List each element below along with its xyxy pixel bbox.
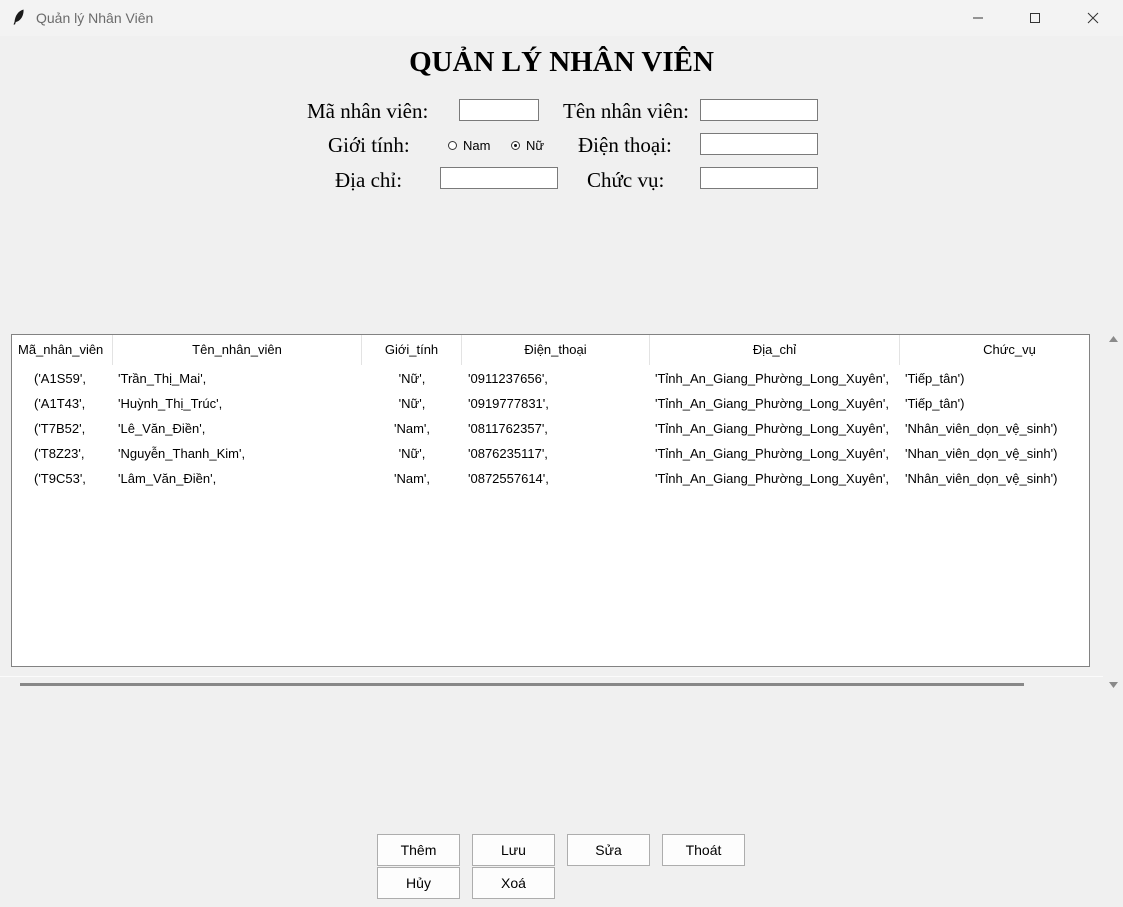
dia-chi-input[interactable] xyxy=(440,167,558,189)
arrow-down-icon[interactable] xyxy=(1108,681,1119,689)
cell-ma: ('T8Z23', xyxy=(34,446,85,461)
cell-gioi-tinh: 'Nữ', xyxy=(398,371,426,386)
cell-dia-chi: 'Tỉnh_An_Giang_Phường_Long_Xuyên', xyxy=(655,471,889,486)
page-heading: QUẢN LÝ NHÂN VIÊN xyxy=(409,46,714,78)
cell-ma: ('T7B52', xyxy=(34,421,86,436)
cell-gioi-tinh: 'Nữ', xyxy=(398,446,426,461)
edit-button[interactable]: Sửa xyxy=(567,834,650,866)
window-title: Quản lý Nhân Viên xyxy=(36,10,154,26)
table-header: Mã_nhân_viên Tên_nhân_viên Giới_tính Điệ… xyxy=(12,335,1089,365)
horizontal-scrollbar-area xyxy=(0,676,1103,677)
radio-nam-label: Nam xyxy=(463,137,491,153)
dien-thoai-input[interactable] xyxy=(700,133,818,155)
radio-nam[interactable]: Nam xyxy=(448,135,490,155)
delete-button[interactable]: Xoá xyxy=(472,867,555,899)
cell-ten: 'Lâm_Văn_Điền', xyxy=(118,471,217,486)
ten-nhan-vien-label: Tên nhân viên: xyxy=(563,99,689,123)
arrow-up-icon[interactable] xyxy=(1108,335,1119,343)
chuc-vu-input[interactable] xyxy=(700,167,818,189)
column-header-dien-thoai[interactable]: Điện_thoại xyxy=(462,335,650,365)
cell-ten: 'Huỳnh_Thị_Trúc', xyxy=(118,396,223,411)
cell-dien-thoai: '0876235117', xyxy=(468,446,548,461)
cell-dia-chi: 'Tỉnh_An_Giang_Phường_Long_Xuyên', xyxy=(655,396,889,411)
cell-gioi-tinh: 'Nữ', xyxy=(398,396,426,411)
cell-ten: 'Lê_Văn_Điền', xyxy=(118,421,206,436)
cell-dien-thoai: '0911237656', xyxy=(468,371,548,386)
exit-button[interactable]: Thoát xyxy=(662,834,745,866)
radio-nu[interactable]: Nữ xyxy=(511,135,544,155)
cell-gioi-tinh: 'Nam', xyxy=(393,421,431,436)
ma-nhan-vien-label: Mã nhân viên: xyxy=(307,99,429,123)
radio-nam-indicator xyxy=(448,140,457,150)
add-button[interactable]: Thêm xyxy=(377,834,460,866)
maximize-button[interactable] xyxy=(1006,0,1064,36)
radio-nu-indicator xyxy=(511,140,520,150)
ma-nhan-vien-input[interactable] xyxy=(459,99,539,121)
cell-ma: ('T9C53', xyxy=(34,471,86,486)
column-header-ten[interactable]: Tên_nhân_viên xyxy=(113,335,362,365)
cell-ten: 'Nguyễn_Thanh_Kim', xyxy=(118,446,246,461)
cell-ma: ('A1S59', xyxy=(34,371,86,386)
minimize-button[interactable] xyxy=(949,0,1007,36)
cell-dien-thoai: '0919777831', xyxy=(468,396,549,411)
save-button[interactable]: Lưu xyxy=(472,834,555,866)
close-icon xyxy=(1087,12,1099,24)
cell-ma: ('A1T43', xyxy=(34,396,86,411)
dia-chi-label: Địa chỉ: xyxy=(335,168,403,192)
table-row[interactable]: ('T8Z23', 'Nguyễn_Thanh_Kim', 'Nữ', '087… xyxy=(12,441,1089,466)
cancel-button[interactable]: Hủy xyxy=(377,867,460,899)
chuc-vu-label: Chức vụ: xyxy=(587,168,665,192)
column-header-gioi-tinh[interactable]: Giới_tính xyxy=(362,335,462,365)
cell-dia-chi: 'Tỉnh_An_Giang_Phường_Long_Xuyên', xyxy=(655,446,889,461)
table-row[interactable]: ('T7B52', 'Lê_Văn_Điền', 'Nam', '0811762… xyxy=(12,416,1089,441)
cell-chuc-vu: 'Tiếp_tân') xyxy=(905,396,965,411)
cell-chuc-vu: 'Tiếp_tân') xyxy=(905,371,965,386)
dien-thoai-label: Điện thoại: xyxy=(578,133,672,157)
column-header-ma[interactable]: Mã_nhân_viên xyxy=(18,335,113,365)
cell-dia-chi: 'Tỉnh_An_Giang_Phường_Long_Xuyên', xyxy=(655,421,889,436)
cell-dia-chi: 'Tỉnh_An_Giang_Phường_Long_Xuyên', xyxy=(655,371,889,386)
gioi-tinh-label: Giới tính: xyxy=(328,133,410,157)
table-row[interactable]: ('A1T43', 'Huỳnh_Thị_Trúc', 'Nữ', '09197… xyxy=(12,391,1089,416)
ten-nhan-vien-input[interactable] xyxy=(700,99,818,121)
column-header-dia-chi[interactable]: Địa_chỉ xyxy=(650,335,900,365)
cell-chuc-vu: 'Nhan_viên_dọn_vệ_sinh') xyxy=(905,446,1058,461)
horizontal-scrollbar[interactable] xyxy=(20,683,1024,686)
employee-table[interactable]: Mã_nhân_viên Tên_nhân_viên Giới_tính Điệ… xyxy=(11,334,1090,667)
cell-chuc-vu: 'Nhân_viên_dọn_vệ_sinh') xyxy=(905,471,1058,486)
column-header-chuc-vu[interactable]: Chức_vụ xyxy=(900,335,1089,365)
close-button[interactable] xyxy=(1064,0,1122,36)
cell-dien-thoai: '0872557614', xyxy=(468,471,549,486)
table-row[interactable]: ('T9C53', 'Lâm_Văn_Điền', 'Nam', '087255… xyxy=(12,466,1089,491)
feather-icon xyxy=(13,9,24,25)
cell-chuc-vu: 'Nhân_viên_dọn_vệ_sinh') xyxy=(905,421,1058,436)
cell-ten: 'Trần_Thị_Mai', xyxy=(118,371,207,386)
title-bar: Quản lý Nhân Viên xyxy=(0,0,1123,36)
minimize-icon xyxy=(973,17,983,19)
radio-nu-label: Nữ xyxy=(526,137,545,153)
vertical-scrollbar[interactable] xyxy=(1104,330,1123,690)
maximize-icon xyxy=(1030,13,1040,23)
table-row[interactable]: ('A1S59', 'Trần_Thị_Mai', 'Nữ', '0911237… xyxy=(12,366,1089,391)
cell-gioi-tinh: 'Nam', xyxy=(393,471,431,486)
cell-dien-thoai: '0811762357', xyxy=(468,421,548,436)
